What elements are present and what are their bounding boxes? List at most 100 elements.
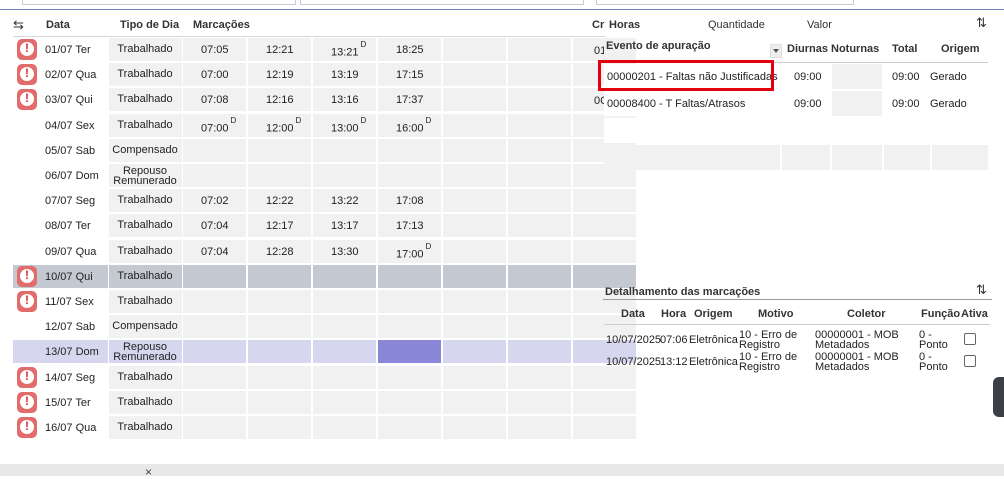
det-header-hora[interactable]: Hora [661, 308, 686, 320]
mark-cell[interactable] [378, 390, 441, 414]
mark-cell[interactable] [443, 365, 506, 389]
mark-cell[interactable] [443, 390, 506, 414]
mark-cell[interactable] [183, 390, 246, 414]
close-icon[interactable]: × [145, 465, 152, 479]
mark-cell[interactable] [508, 365, 571, 389]
top-input-3[interactable] [596, 0, 854, 5]
mark-cell[interactable] [508, 88, 571, 112]
header-marcacoes[interactable]: Marcações [193, 19, 250, 31]
grid-row[interactable]: 05/07 Sab Compensado [13, 138, 636, 162]
mark-cell[interactable] [313, 315, 376, 339]
mark-cell[interactable] [443, 315, 506, 339]
mark-cell[interactable] [248, 390, 311, 414]
evento-row[interactable]: 00008400 - T Faltas/Atrasos 09:00 09:00 Ger… [604, 91, 988, 116]
grid-row[interactable]: ! 01/07 Ter Trabalhado 07:05 12:21 13:21D 18:2… [13, 38, 636, 61]
warning-icon[interactable]: ! [17, 265, 37, 287]
mark-cell[interactable] [313, 138, 376, 162]
mark-cell[interactable] [313, 365, 376, 389]
mark-cell[interactable] [378, 416, 441, 439]
mark-cell[interactable] [573, 390, 636, 414]
mark-cell[interactable] [248, 315, 311, 339]
grid-row[interactable]: 09/07 Qua Trabalhado 07:04 12:28 13:30 17:00D [13, 239, 636, 263]
header-data[interactable]: Data [46, 19, 70, 31]
mark-cell[interactable] [378, 290, 441, 313]
details-sort-icon[interactable]: ⇅ [976, 282, 987, 298]
header-horas[interactable]: Horas [609, 19, 640, 31]
mark-cell[interactable] [378, 315, 441, 339]
top-input-2[interactable] [300, 0, 584, 5]
mark-cell[interactable] [573, 264, 636, 288]
mark-cell[interactable] [443, 38, 506, 61]
mark-cell[interactable] [508, 315, 571, 339]
mark-cell[interactable] [443, 239, 506, 263]
det-header-origem[interactable]: Origem [694, 308, 733, 320]
mark-cell[interactable] [248, 138, 311, 162]
mark-cell[interactable] [508, 138, 571, 162]
mark-cell[interactable] [443, 113, 506, 137]
mark-cell[interactable] [573, 416, 636, 439]
warning-icon[interactable]: ! [17, 291, 37, 312]
mark-cell[interactable] [248, 340, 311, 364]
mark-cell[interactable] [183, 416, 246, 439]
det-header-motivo[interactable]: Motivo [758, 308, 793, 320]
header-valor[interactable]: Valor [807, 19, 832, 31]
mark-cell[interactable] [508, 63, 571, 87]
grid-row[interactable]: ! 10/07 Qui Trabalhado [13, 264, 636, 288]
mark-cell[interactable] [248, 290, 311, 313]
mark-cell[interactable] [313, 340, 376, 364]
side-edge-button[interactable] [993, 377, 1004, 417]
mark-cell[interactable] [313, 390, 376, 414]
warning-icon[interactable]: ! [17, 417, 37, 438]
mark-cell[interactable] [313, 164, 376, 187]
detail-row[interactable]: 10/07/2025 13:12 Eletrônica 10 - Erro de Reg… [604, 349, 990, 373]
mark-cell[interactable] [508, 214, 571, 238]
mark-cell[interactable] [443, 88, 506, 112]
mark-cell[interactable] [248, 416, 311, 439]
mark-cell[interactable] [508, 264, 571, 288]
mark-cell[interactable] [573, 189, 636, 213]
mark-cell[interactable] [378, 264, 441, 288]
mark-cell[interactable] [443, 214, 506, 238]
mark-cell[interactable] [183, 264, 246, 288]
mark-cell[interactable] [508, 164, 571, 187]
mark-cell[interactable] [443, 189, 506, 213]
mark-cell[interactable] [183, 365, 246, 389]
det-header-ativa[interactable]: Ativa [961, 308, 988, 320]
grid-row[interactable]: ! 15/07 Ter Trabalhado [13, 390, 636, 414]
grid-row[interactable]: ! 14/07 Seg Trabalhado [13, 365, 636, 389]
det-header-coletor[interactable]: Coletor [847, 308, 886, 320]
header-quantidade[interactable]: Quantidade [708, 19, 765, 31]
header-diurnas[interactable]: Diurnas [787, 43, 828, 55]
mark-cell[interactable] [508, 239, 571, 263]
grid-row[interactable]: 13/07 Dom Repouso Remunerado [13, 340, 636, 364]
mark-cell[interactable] [508, 390, 571, 414]
mark-cell[interactable] [313, 290, 376, 313]
header-total[interactable]: Total [892, 43, 917, 55]
header-origem[interactable]: Origem [941, 43, 980, 55]
mark-cell[interactable] [183, 315, 246, 339]
detail-row[interactable]: 10/07/2025 07:06 Eletrônica 10 - Erro de Reg… [604, 327, 990, 351]
det-header-data[interactable]: Data [621, 308, 645, 320]
mark-cell[interactable] [183, 290, 246, 313]
mark-cell[interactable] [248, 264, 311, 288]
grid-row[interactable]: 04/07 Sex Trabalhado 07:00D 12:00D 13:00D 16:… [13, 113, 636, 137]
warning-icon[interactable]: ! [17, 39, 37, 60]
mark-cell[interactable] [443, 164, 506, 187]
grid-row[interactable]: ! 03/07 Qui Trabalhado 07:08 12:16 13:16 17:37 [13, 88, 636, 112]
evento-empty-row[interactable] [604, 118, 988, 143]
mark-cell[interactable] [378, 138, 441, 162]
mark-cell[interactable] [248, 365, 311, 389]
mark-cell[interactable] [248, 164, 311, 187]
mark-cell[interactable] [183, 138, 246, 162]
header-evento[interactable]: Evento de apuração [606, 40, 711, 52]
header-noturnas[interactable]: Noturnas [831, 43, 879, 55]
warning-icon[interactable]: ! [17, 64, 37, 86]
top-input-1[interactable] [22, 0, 296, 5]
mark-cell[interactable] [573, 239, 636, 263]
grid-row[interactable]: ! 11/07 Sex Trabalhado [13, 290, 636, 313]
mark-cell[interactable] [183, 340, 246, 364]
mark-cell[interactable] [443, 416, 506, 439]
grid-row[interactable]: 06/07 Dom Repouso Remunerado [13, 164, 636, 187]
grid-row[interactable]: 08/07 Ter Trabalhado 07:04 12:17 13:17 17:13 [13, 214, 636, 238]
mark-cell[interactable] [378, 365, 441, 389]
